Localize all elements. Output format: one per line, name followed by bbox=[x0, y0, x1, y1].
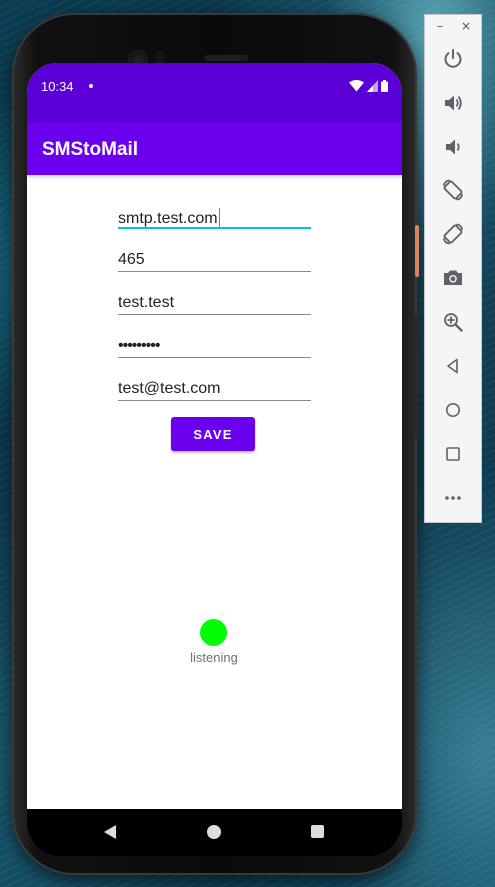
smtp-host-underline bbox=[118, 227, 311, 229]
nav-back-icon[interactable] bbox=[104, 825, 116, 839]
power-side-button[interactable] bbox=[415, 225, 419, 277]
power-icon[interactable] bbox=[439, 45, 467, 73]
status-icons bbox=[349, 80, 388, 92]
status-bar: 10:34 bbox=[27, 63, 402, 122]
toolbar-window-controls: – × bbox=[425, 19, 481, 35]
overview-icon[interactable] bbox=[439, 440, 467, 468]
username-value: test.test bbox=[118, 294, 175, 311]
volume-down-icon[interactable] bbox=[439, 133, 467, 161]
close-button[interactable]: × bbox=[461, 19, 471, 33]
emulator-toolbar: – × bbox=[424, 14, 482, 523]
phone-screen: 10:34 SMStoMail smtp.test.com 465 test.t… bbox=[27, 63, 402, 809]
nav-home-icon[interactable] bbox=[207, 825, 221, 839]
password-underline bbox=[118, 357, 311, 358]
smtp-port-underline bbox=[118, 271, 311, 272]
smtp-host-value: smtp.test.com bbox=[118, 210, 218, 227]
more-icon[interactable] bbox=[439, 484, 467, 512]
wifi-icon bbox=[349, 80, 364, 92]
rotate-right-icon[interactable] bbox=[439, 220, 467, 248]
app-title: SMStoMail bbox=[42, 139, 139, 160]
volume-up-icon[interactable] bbox=[439, 89, 467, 117]
status-label: listening bbox=[190, 650, 238, 665]
rotate-left-icon[interactable] bbox=[439, 176, 467, 204]
zoom-icon[interactable] bbox=[439, 308, 467, 336]
email-underline bbox=[118, 400, 311, 401]
username-underline bbox=[118, 314, 311, 315]
password-value: ••••••••• bbox=[118, 337, 160, 354]
nav-recents-icon[interactable] bbox=[311, 825, 324, 838]
signal-icon bbox=[367, 80, 378, 92]
app-bar: SMStoMail bbox=[27, 122, 402, 175]
battery-icon bbox=[381, 80, 388, 92]
status-time: 10:34 bbox=[41, 79, 74, 94]
volume-side-button[interactable] bbox=[415, 315, 419, 440]
smtp-port-value: 465 bbox=[118, 251, 145, 268]
earpiece-speaker bbox=[204, 55, 248, 61]
notification-dot-icon bbox=[89, 84, 93, 88]
back-icon[interactable] bbox=[439, 352, 467, 380]
minimize-button[interactable]: – bbox=[437, 19, 443, 33]
status-indicator bbox=[200, 619, 227, 646]
text-cursor bbox=[218, 208, 221, 227]
email-value: test@test.com bbox=[118, 380, 221, 397]
camera-icon[interactable] bbox=[439, 264, 467, 292]
navigation-bar bbox=[27, 809, 402, 856]
save-button[interactable]: SAVE bbox=[171, 417, 255, 451]
home-icon[interactable] bbox=[439, 396, 467, 424]
